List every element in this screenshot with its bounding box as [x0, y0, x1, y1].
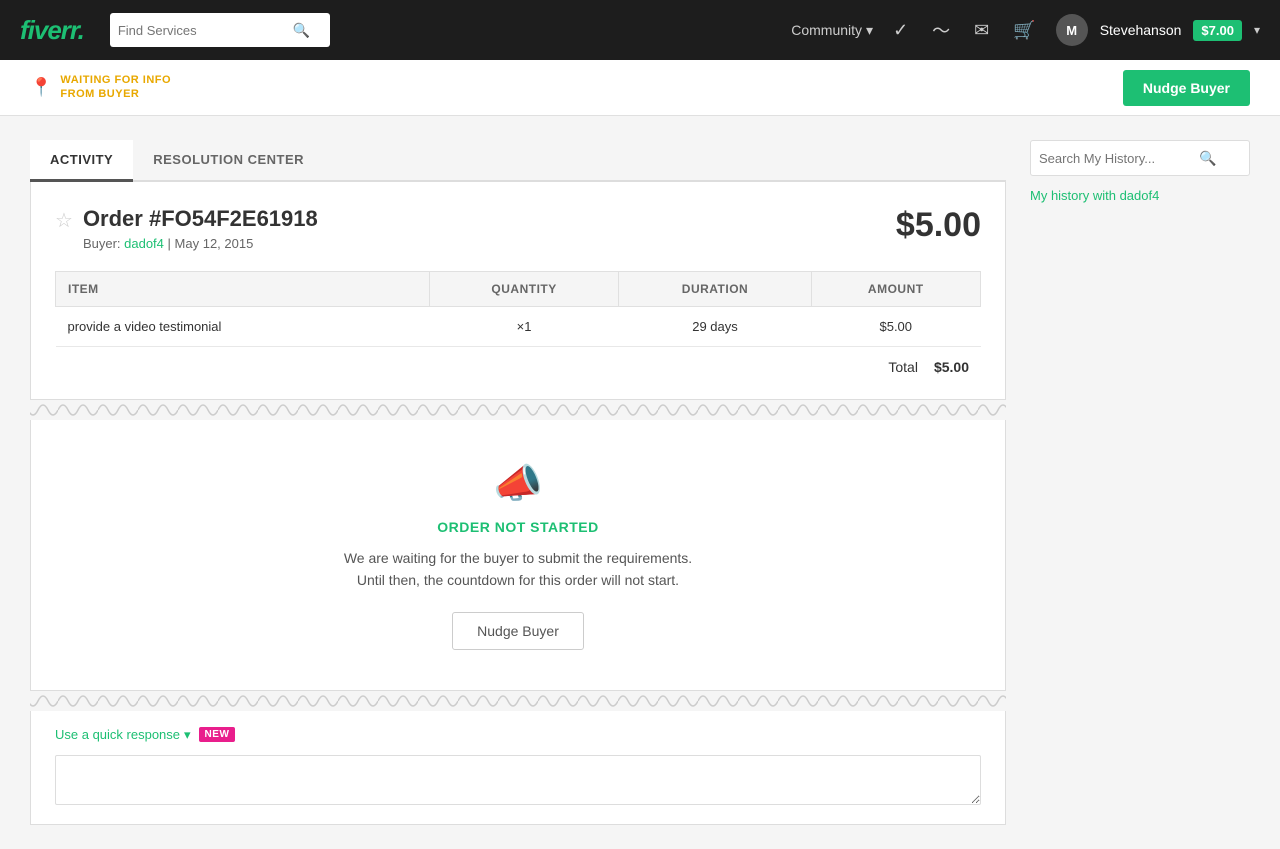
row-quantity: ×1 [429, 307, 619, 347]
user-menu-chevron-icon[interactable]: ▾ [1254, 23, 1260, 37]
order-not-started-section: 📣 ORDER NOT STARTED We are waiting for t… [30, 420, 1006, 691]
col-duration: DURATION [619, 272, 811, 307]
nudge-buyer-button-center[interactable]: Nudge Buyer [452, 612, 584, 650]
status-description: We are waiting for the buyer to submit t… [55, 547, 981, 592]
history-search-input[interactable] [1039, 151, 1199, 166]
right-panel: 🔍 My history with dadof4 [1030, 140, 1250, 825]
quick-response-header: Use a quick response ▾ NEW [55, 727, 981, 743]
username-label: Stevehanson [1100, 22, 1182, 38]
community-chevron-icon: ▾ [866, 22, 873, 39]
tabs: ACTIVITY RESOLUTION CENTER [30, 140, 1006, 182]
logo[interactable]: fiverr. [20, 15, 84, 46]
table-row: provide a video testimonial ×1 29 days $… [56, 307, 981, 347]
new-badge: NEW [199, 727, 236, 742]
nav-right: M Stevehanson $7.00 ▾ [1056, 14, 1260, 46]
order-card: ☆ Order #FO54F2E61918 Buyer: dadof4 | Ma… [30, 182, 1006, 400]
megaphone-icon: 📣 [55, 460, 981, 507]
avatar[interactable]: M [1056, 14, 1088, 46]
wavy-divider-top [30, 400, 1006, 420]
order-title: Order #FO54F2E61918 [83, 206, 318, 232]
analytics-icon[interactable]: 〜 [928, 17, 954, 43]
nudge-buyer-button-top[interactable]: Nudge Buyer [1123, 70, 1250, 106]
cart-icon[interactable]: 🛒 [1009, 20, 1039, 41]
order-status-label: ORDER NOT STARTED [55, 519, 981, 535]
navbar: fiverr. 🔍 Community ▾ ✓ 〜 ✉ 🛒 M Stevehan… [0, 0, 1280, 60]
buyer-name-link[interactable]: dadof4 [124, 236, 164, 251]
order-table: ITEM QUANTITY DURATION AMOUNT provide a … [55, 271, 981, 347]
order-header: ☆ Order #FO54F2E61918 Buyer: dadof4 | Ma… [55, 206, 981, 251]
status-line1: WAITING FOR INFO [60, 74, 171, 87]
row-item: provide a video testimonial [56, 307, 430, 347]
total-amount: $5.00 [934, 359, 969, 375]
order-title-section: ☆ Order #FO54F2E61918 Buyer: dadof4 | Ma… [55, 206, 318, 251]
status-left: 📍 WAITING FOR INFO FROM BUYER [30, 74, 171, 100]
messages-icon[interactable]: ✉ [970, 20, 993, 41]
history-search-bar[interactable]: 🔍 [1030, 140, 1250, 176]
tab-activity[interactable]: ACTIVITY [30, 140, 133, 182]
favorite-star-icon[interactable]: ☆ [55, 208, 73, 233]
total-label: Total [888, 359, 918, 375]
pin-icon: 📍 [30, 77, 52, 98]
order-meta: Buyer: dadof4 | May 12, 2015 [83, 236, 318, 251]
main-content: ACTIVITY RESOLUTION CENTER ☆ Order #FO54… [0, 116, 1280, 849]
status-line2: FROM BUYER [60, 88, 171, 101]
checkmark-icon[interactable]: ✓ [889, 20, 912, 41]
wavy-divider-bottom [30, 691, 1006, 711]
tab-resolution-center[interactable]: RESOLUTION CENTER [133, 140, 324, 182]
search-icon: 🔍 [293, 22, 310, 39]
search-input[interactable] [118, 23, 293, 38]
search-bar[interactable]: 🔍 [110, 13, 330, 47]
row-duration: 29 days [619, 307, 811, 347]
status-bar: 📍 WAITING FOR INFO FROM BUYER Nudge Buye… [0, 60, 1280, 116]
col-quantity: QUANTITY [429, 272, 619, 307]
community-button[interactable]: Community ▾ [791, 22, 873, 39]
col-item: ITEM [56, 272, 430, 307]
quick-response-chevron-icon: ▾ [184, 727, 191, 743]
total-row: Total $5.00 [55, 347, 981, 375]
order-price: $5.00 [896, 206, 981, 245]
history-search-icon: 🔍 [1199, 150, 1216, 167]
history-link[interactable]: My history with dadof4 [1030, 188, 1250, 203]
message-input[interactable] [55, 755, 981, 805]
quick-response-section: Use a quick response ▾ NEW [30, 711, 1006, 825]
balance-badge[interactable]: $7.00 [1193, 20, 1242, 41]
quick-response-link[interactable]: Use a quick response ▾ [55, 727, 191, 743]
row-amount: $5.00 [811, 307, 980, 347]
col-amount: AMOUNT [811, 272, 980, 307]
left-panel: ACTIVITY RESOLUTION CENTER ☆ Order #FO54… [30, 140, 1006, 825]
status-text-block: WAITING FOR INFO FROM BUYER [60, 74, 171, 100]
